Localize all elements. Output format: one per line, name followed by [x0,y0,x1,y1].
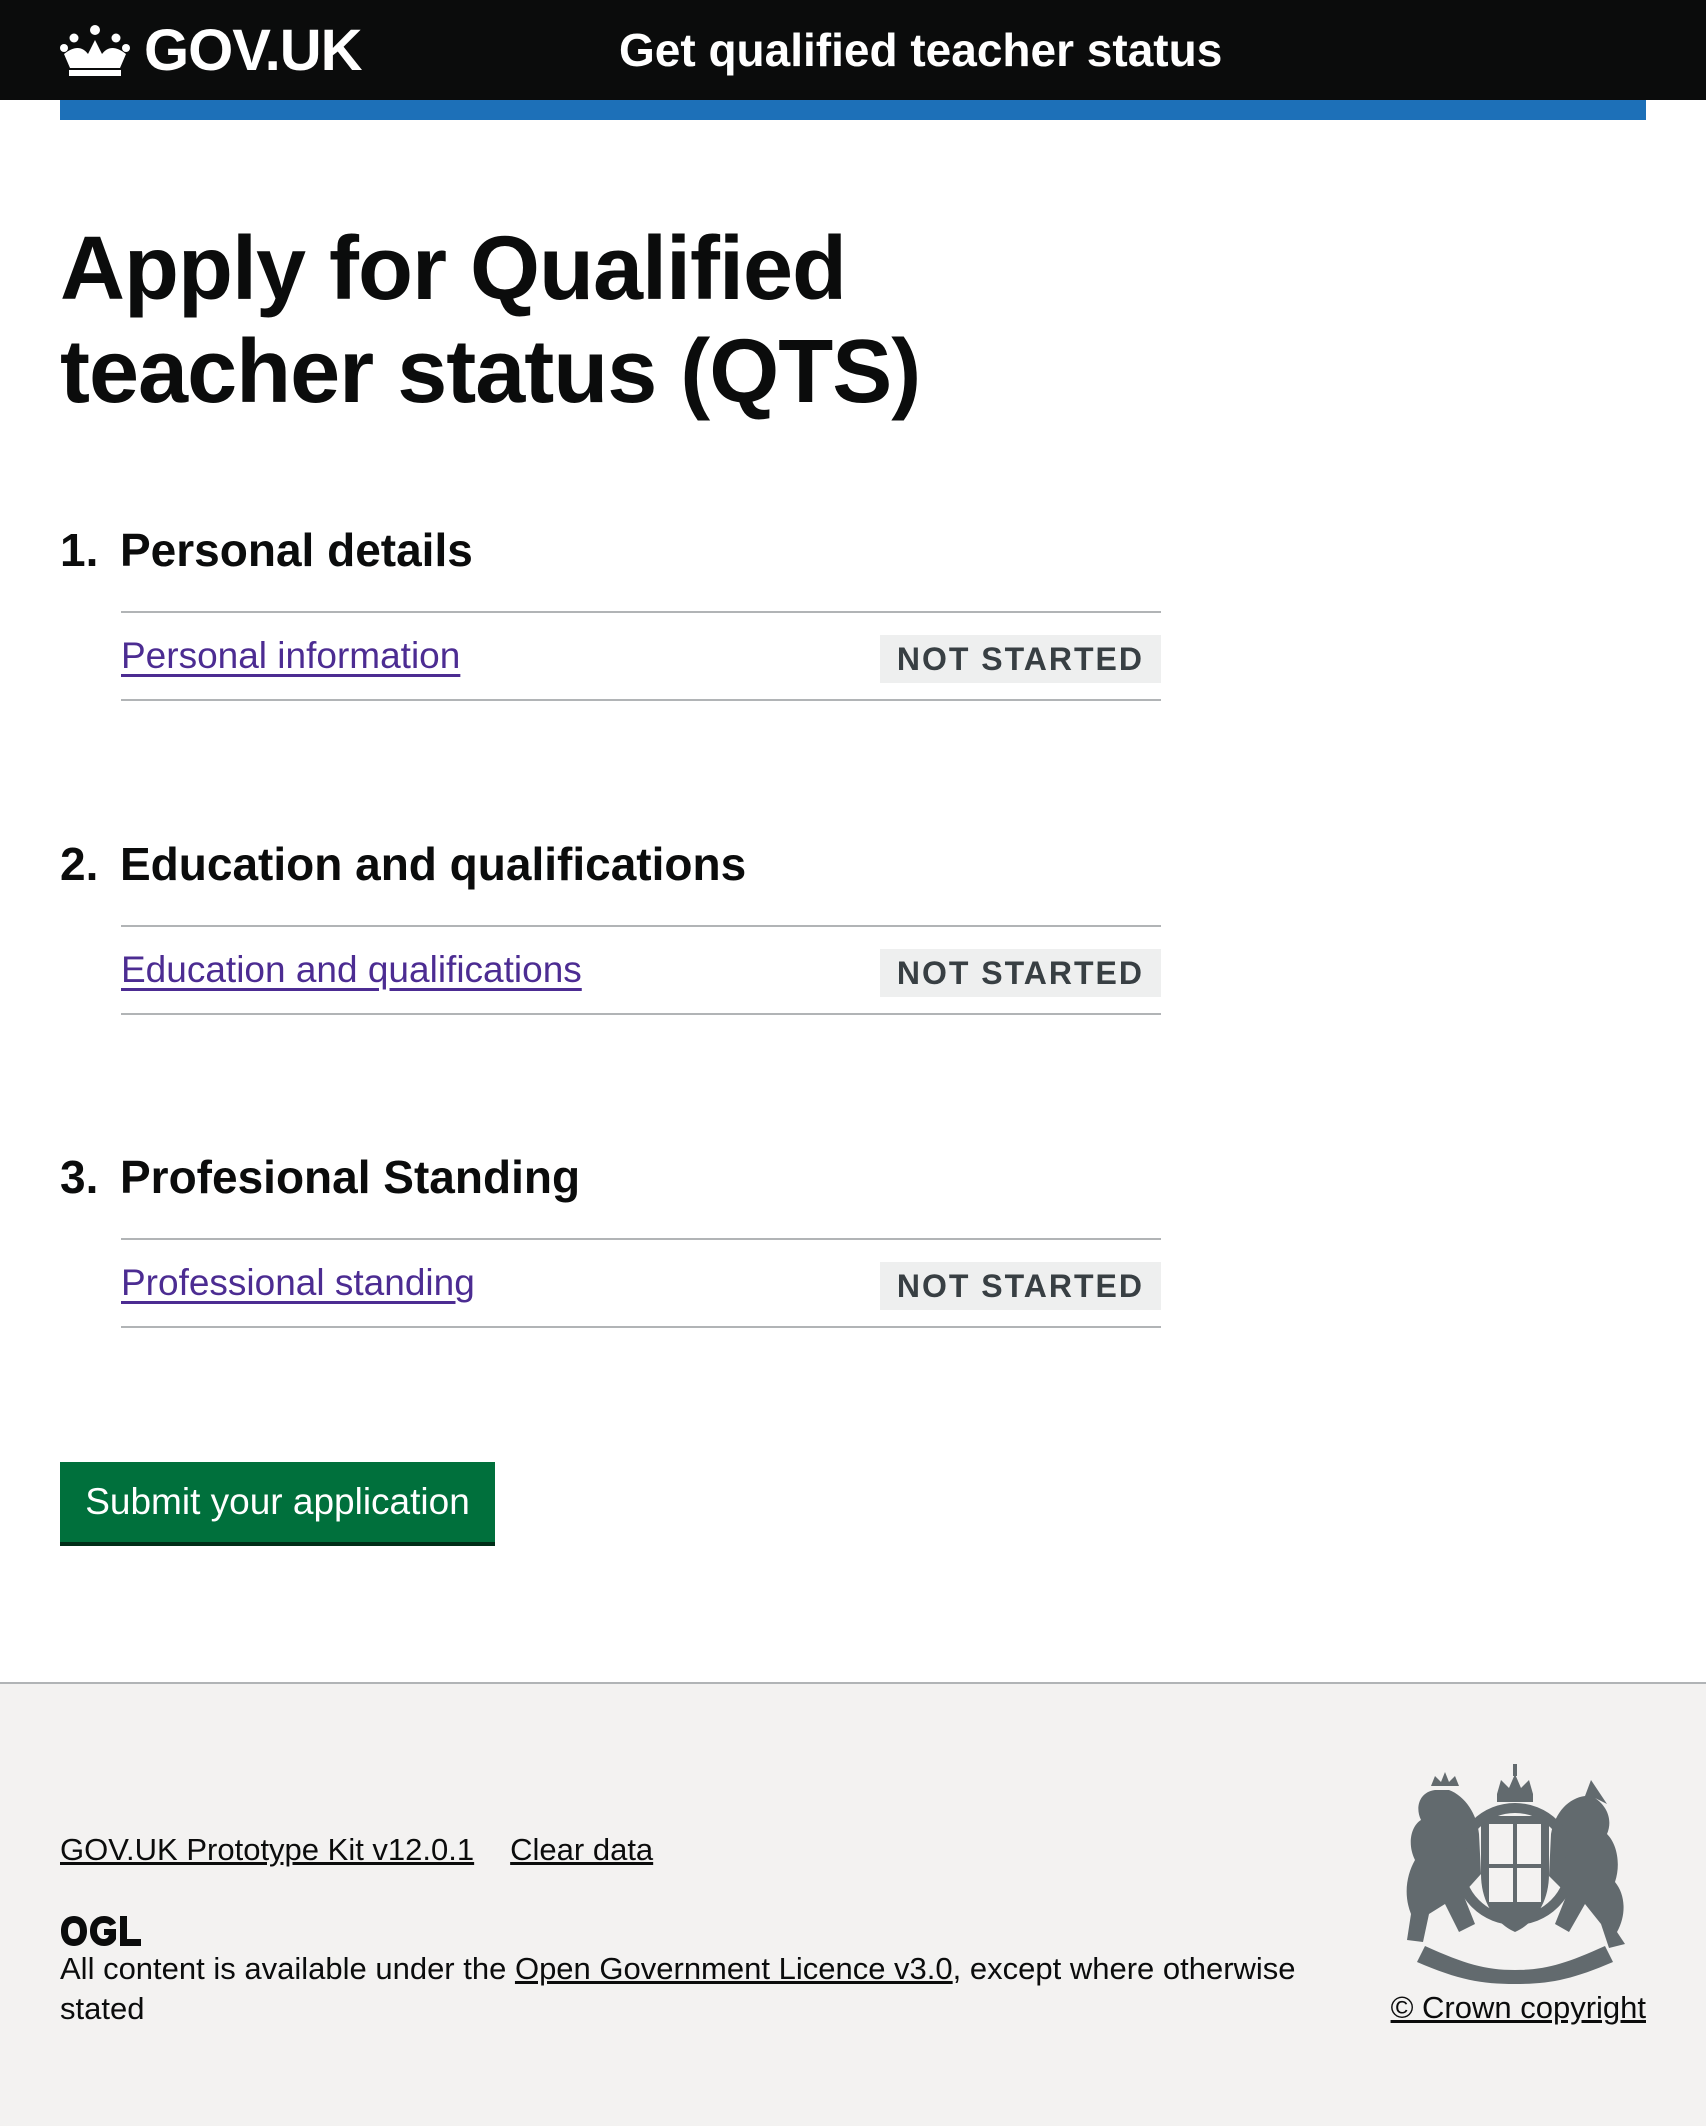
licence-text: All content is available under the Open … [60,1949,1330,2029]
task-link-education[interactable]: Education and qualifications [121,927,582,1013]
crown-icon [60,25,130,76]
section-education: 2. Education and qualifications Educatio… [60,834,1161,1015]
task-row: Education and qualifications NOT STARTED [121,925,1161,1015]
page-title: Apply for Qualified teacher status (QTS) [60,219,921,422]
section-professional-standing: 3. Profesional Standing Professional sta… [60,1147,1161,1328]
site-header: GOV.UK Get qualified teacher status [0,0,1706,100]
section-title: Profesional Standing [120,1151,581,1203]
service-name-link[interactable]: Get qualified teacher status [619,0,1222,100]
footer-link-clear-data[interactable]: Clear data [510,1832,653,1868]
section-title: Education and qualifications [120,838,747,890]
section-heading: 1. Personal details [60,520,1160,580]
task-link-professional-standing[interactable]: Professional standing [121,1240,475,1326]
submit-application-button[interactable]: Submit your application [60,1462,495,1542]
header-blue-bar [60,100,1646,120]
section-personal-details: 1. Personal details Personal information… [60,520,1161,701]
task-link-personal-information[interactable]: Personal information [121,613,460,699]
logo-text: GOV.UK [144,17,362,83]
site-footer: GOV.UK Prototype Kit v12.0.1 Clear data … [0,1682,1706,2126]
royal-crest-icon [1406,1764,1625,1984]
footer-links: GOV.UK Prototype Kit v12.0.1 Clear data [60,1832,653,1868]
licence-prefix: All content is available under the [60,1951,515,1986]
status-badge: NOT STARTED [879,1262,1161,1310]
govuk-logo-link[interactable]: GOV.UK [60,17,362,84]
status-badge: NOT STARTED [879,635,1161,683]
section-number: 2. [60,838,99,890]
section-title: Personal details [120,524,473,576]
ogl-icon [61,1916,141,1946]
open-government-licence-link[interactable]: Open Government Licence v3.0 [515,1951,953,1986]
footer-link-prototype-kit[interactable]: GOV.UK Prototype Kit v12.0.1 [60,1832,474,1868]
section-number: 1. [60,524,99,576]
section-heading: 3. Profesional Standing [60,1147,1160,1207]
task-row: Personal information NOT STARTED [121,611,1161,701]
crown-copyright-link[interactable]: © Crown copyright [1391,1990,1646,2026]
status-badge: NOT STARTED [879,949,1161,997]
section-heading: 2. Education and qualifications [60,834,1160,894]
task-row: Professional standing NOT STARTED [121,1238,1161,1328]
section-number: 3. [60,1151,99,1203]
